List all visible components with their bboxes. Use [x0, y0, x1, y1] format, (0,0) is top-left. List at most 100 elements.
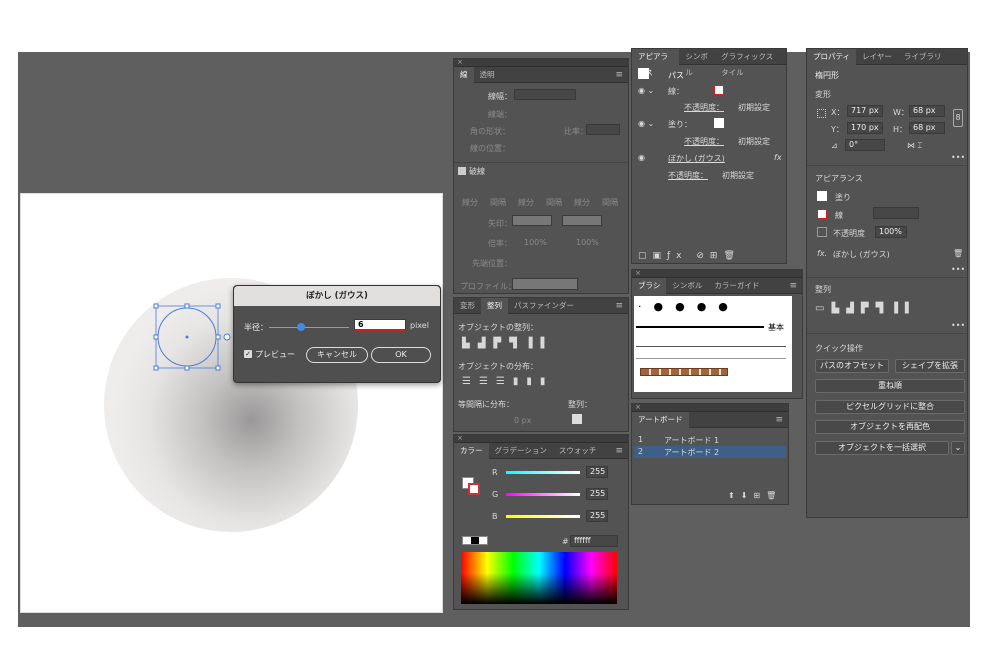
tab-libraries[interactable]: ライブラリ — [898, 49, 948, 65]
tab-properties[interactable]: プロパティ — [807, 48, 857, 65]
tab-pathfinder[interactable]: パスファインダー — [508, 298, 580, 314]
tab-brushes[interactable]: ブラシ — [632, 277, 667, 294]
constrain-proportions-icon[interactable]: 8 — [953, 109, 963, 127]
channel-b-input[interactable]: 255 — [586, 510, 608, 522]
appearance-row-opacity[interactable]: 不透明度： — [668, 170, 708, 181]
artboard-item-1[interactable]: 1 アートボード 1 — [634, 434, 786, 446]
radius-input[interactable]: 6 — [354, 319, 406, 331]
fill-white-swatch[interactable] — [714, 118, 724, 128]
tab-artboards[interactable]: アートボード — [632, 411, 689, 428]
tab-symbols[interactable]: シンボル — [679, 49, 715, 77]
panel-menu-icon[interactable]: ≡ — [615, 446, 623, 456]
dashed-checkbox[interactable] — [458, 167, 466, 175]
arrow-label: 矢印： — [488, 219, 512, 228]
brush-library[interactable]: ·●●●● 基本 — [634, 296, 792, 392]
tab-symbols[interactable]: シンボル — [666, 278, 708, 294]
more-options-icon[interactable]: ••• — [951, 153, 965, 162]
stroke-weight-select[interactable] — [873, 207, 919, 219]
scale-end-value[interactable]: 100% — [576, 238, 599, 247]
none-white-black-swatches[interactable] — [462, 536, 488, 545]
color-spectrum[interactable] — [461, 552, 617, 604]
tab-color[interactable]: カラー — [454, 442, 489, 459]
expand-shape-button[interactable]: シェイプを拡張 — [895, 359, 965, 373]
align-objects-icons[interactable]: ▙▟▛▜▐▌ — [462, 338, 556, 349]
arrange-button[interactable]: 重ね順 — [815, 379, 965, 393]
arrow-end-select[interactable] — [562, 215, 602, 226]
panel-menu-icon[interactable]: ≡ — [615, 301, 623, 311]
align-to-key-object-icon[interactable] — [572, 414, 582, 424]
effect-label[interactable]: ぼかし (ガウス) — [833, 249, 890, 260]
appearance-row-stroke-opacity[interactable]: 不透明度： — [684, 102, 724, 113]
offset-path-button[interactable]: パスのオフセット — [815, 359, 889, 373]
channel-b-slider[interactable] — [506, 515, 580, 518]
panel-menu-icon[interactable]: ≡ — [615, 70, 623, 80]
tab-stroke[interactable]: 線 — [454, 66, 474, 83]
y-input[interactable]: 170 px — [847, 122, 883, 134]
appearance-row-gaussian-blur[interactable]: ぼかし (ガウス) — [668, 153, 725, 164]
visibility-eye-icon[interactable]: ◉ ⌄ — [638, 86, 654, 95]
panel-menu-icon[interactable]: ≡ — [789, 281, 797, 291]
fx-icon[interactable]: fx — [774, 153, 782, 162]
reference-point-icon[interactable] — [817, 109, 826, 118]
profile-select[interactable] — [512, 278, 578, 290]
spacing-value[interactable]: 0 px — [514, 416, 531, 425]
stroke-none-swatch[interactable] — [714, 85, 724, 95]
x-input[interactable]: 717 px — [847, 105, 883, 117]
tab-gradient[interactable]: グラデーション — [489, 443, 553, 459]
channel-r-slider[interactable] — [506, 471, 580, 474]
channel-g-input[interactable]: 255 — [586, 488, 608, 500]
channel-g-slider[interactable] — [506, 493, 580, 496]
select-same-button[interactable]: オブジェクトを一括選択 — [815, 441, 949, 455]
angle-input[interactable]: 0° — [845, 139, 885, 151]
fx-icon: fx. — [817, 249, 828, 258]
stroke-weight-input[interactable] — [514, 89, 576, 100]
preview-checkbox[interactable]: ✓ — [244, 350, 252, 358]
panel-menu-icon[interactable]: ≡ — [775, 415, 783, 425]
w-input[interactable]: 68 px — [909, 105, 945, 117]
hex-input[interactable]: ffffff — [570, 535, 618, 547]
tab-transform[interactable]: 変形 — [454, 298, 481, 314]
align-to-pixel-grid-button[interactable]: ピクセルグリッドに整合 — [815, 400, 965, 414]
hex-label: # — [562, 537, 569, 546]
stroke-swatch[interactable] — [817, 209, 827, 219]
radius-slider[interactable] — [269, 323, 349, 334]
flip-icons[interactable]: ⋈ ⌶ — [907, 141, 922, 151]
stroke-color-swatch[interactable] — [468, 483, 480, 495]
appearance-row-fill-opacity[interactable]: 不透明度： — [684, 136, 724, 147]
artboard-canvas[interactable] — [20, 193, 443, 613]
visibility-eye-icon[interactable]: ◉ — [638, 153, 645, 162]
tab-swatches[interactable]: スウォッチ — [553, 443, 603, 459]
brush-dot-row[interactable]: ·●●●● — [638, 300, 740, 313]
appearance-footer-icons[interactable]: ▢▣ƒx ⊘⊞🗑 — [638, 251, 741, 261]
h-input[interactable]: 68 px — [909, 122, 945, 134]
tab-layers[interactable]: レイヤー — [856, 49, 898, 65]
tab-align[interactable]: 整列 — [481, 297, 508, 314]
arrow-start-select[interactable] — [512, 215, 552, 226]
more-options-icon[interactable]: ••• — [951, 265, 965, 274]
tab-appearance[interactable]: アピアランス — [632, 48, 680, 77]
channel-r-input[interactable]: 255 — [586, 466, 608, 478]
align-icons[interactable]: ▭▙▟▛▜▐▌ — [815, 303, 920, 314]
visibility-eye-icon[interactable]: ◉ ⌄ — [638, 119, 654, 128]
pattern-brush[interactable] — [640, 368, 728, 376]
opacity-input[interactable]: 100% — [875, 226, 907, 238]
tab-transparency[interactable]: 透明 — [474, 67, 501, 83]
fill-swatch[interactable] — [817, 191, 827, 201]
more-options-icon[interactable]: ••• — [951, 321, 965, 330]
artboard-item-2[interactable]: 2 アートボード 2 — [634, 446, 786, 458]
distribute-objects-icons[interactable]: ☰☰☰▮▮▮ — [462, 376, 553, 387]
tab-graphic-styles[interactable]: グラフィックスタイル — [715, 49, 786, 77]
recolor-artwork-button[interactable]: オブジェクトを再配色 — [815, 420, 965, 434]
cancel-button[interactable]: キャンセル — [306, 347, 368, 363]
tab-color-guide[interactable]: カラーガイド — [708, 278, 765, 294]
miter-input[interactable] — [586, 124, 620, 135]
artboard-footer-icons[interactable]: ⬆⬇⊞🗑 — [728, 491, 782, 500]
appearance-row-path[interactable]: パス — [668, 70, 684, 81]
appearance-row-fill[interactable]: 塗り： — [668, 119, 692, 130]
appearance-row-stroke[interactable]: 線： — [668, 86, 684, 97]
radius-slider-knob[interactable] — [296, 323, 305, 331]
trash-icon[interactable]: 🗑 — [953, 249, 963, 258]
ok-button[interactable]: OK — [371, 347, 431, 363]
select-same-dropdown-icon[interactable]: ⌄ — [951, 441, 965, 455]
scale-start-value[interactable]: 100% — [524, 238, 547, 247]
